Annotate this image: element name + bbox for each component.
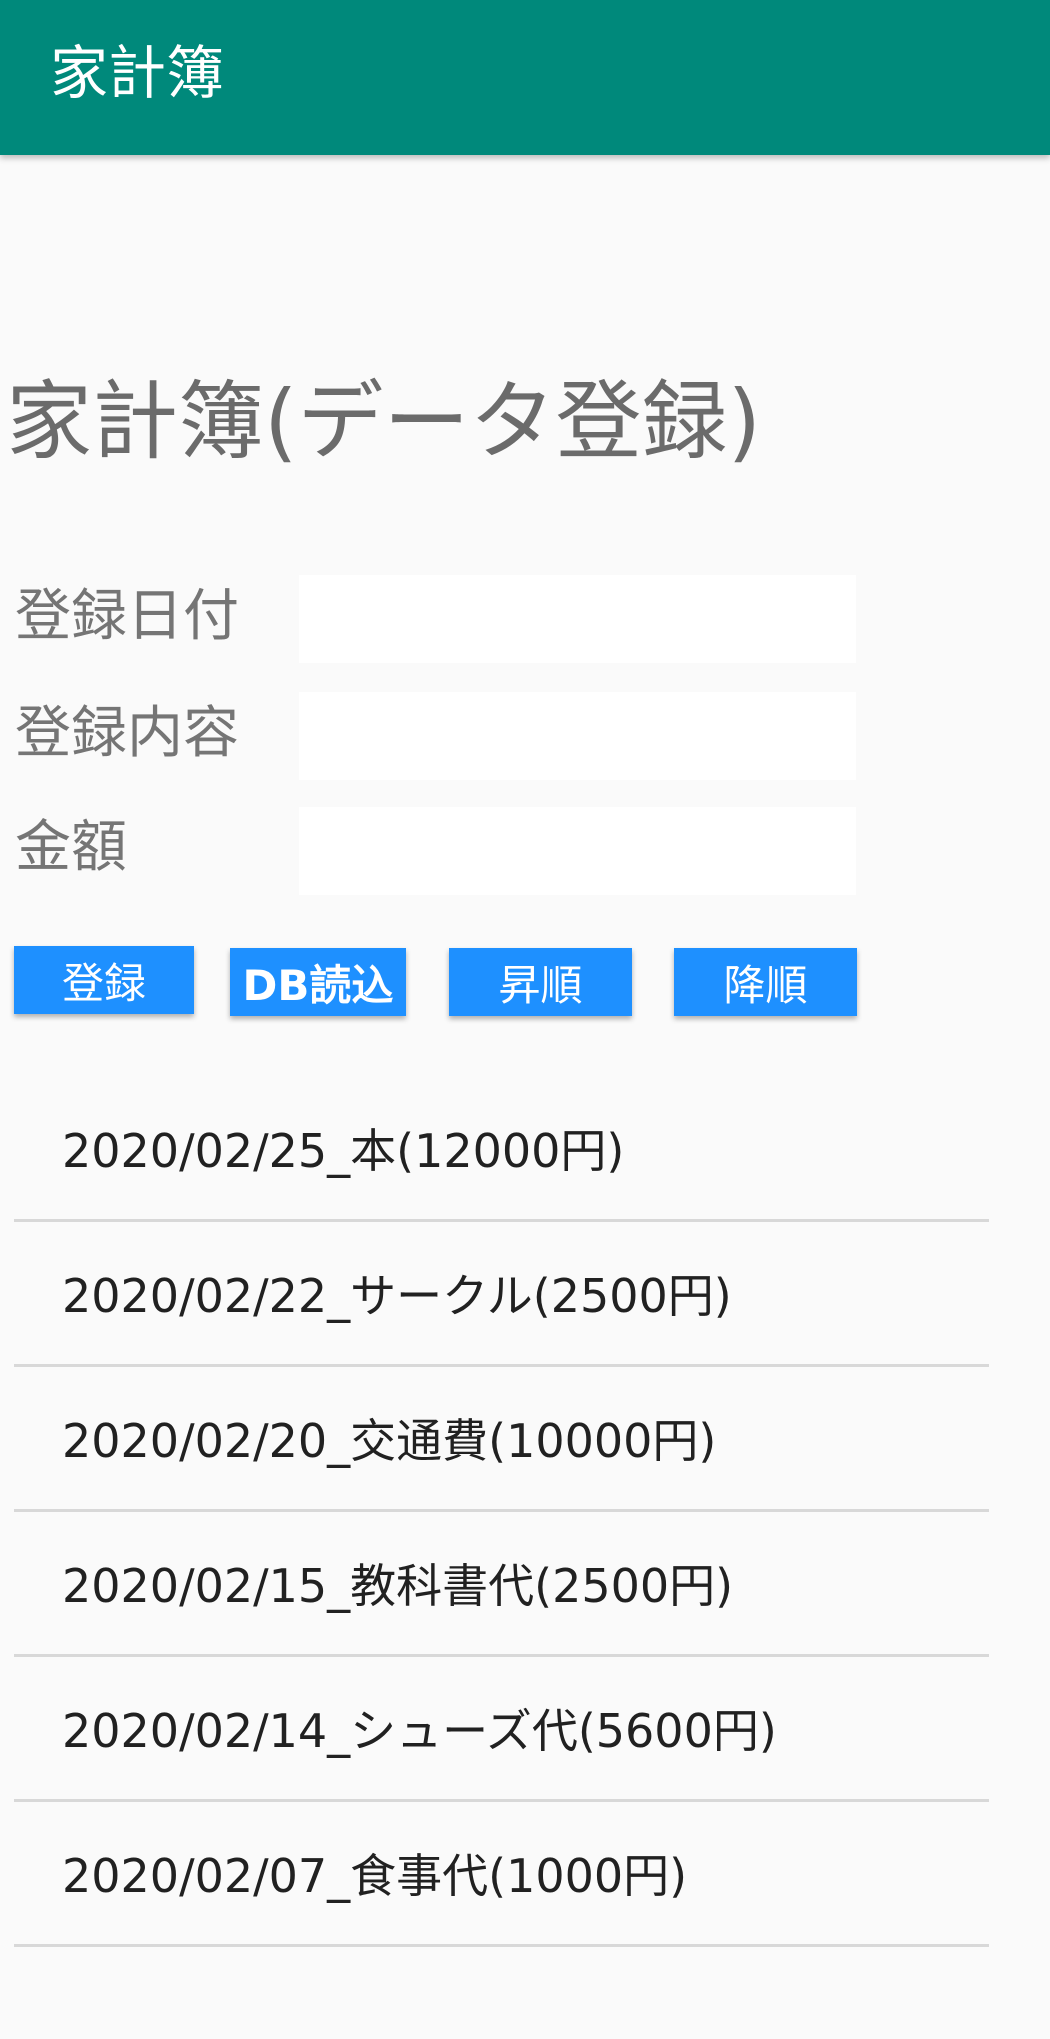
entry-list: 2020/02/25_本(12000円) 2020/02/22_サークル(2500… (14, 1077, 989, 1947)
list-item[interactable]: 2020/02/15_教科書代(2500円) (14, 1512, 989, 1657)
list-item[interactable]: 2020/02/20_交通費(10000円) (14, 1367, 989, 1512)
page-title: 家計簿(データ登録) (6, 372, 762, 472)
list-item[interactable]: 2020/02/07_食事代(1000円) (14, 1802, 989, 1947)
amount-input[interactable] (299, 807, 856, 895)
app-bar-title: 家計簿 (50, 39, 225, 107)
date-label: 登録日付 (15, 584, 239, 649)
content-label: 登録内容 (15, 701, 239, 766)
amount-label: 金額 (15, 815, 127, 880)
ascending-sort-button[interactable]: 昇順 (449, 948, 632, 1016)
date-input[interactable] (299, 575, 856, 663)
list-item[interactable]: 2020/02/22_サークル(2500円) (14, 1222, 989, 1367)
content-input[interactable] (299, 692, 856, 780)
app-bar: 家計簿 (0, 0, 1050, 155)
list-item[interactable]: 2020/02/25_本(12000円) (14, 1077, 989, 1222)
descending-sort-button[interactable]: 降順 (674, 948, 857, 1016)
list-item[interactable]: 2020/02/14_シューズ代(5600円) (14, 1657, 989, 1802)
db-load-button[interactable]: DB読込 (230, 948, 406, 1016)
register-button[interactable]: 登録 (14, 946, 194, 1014)
